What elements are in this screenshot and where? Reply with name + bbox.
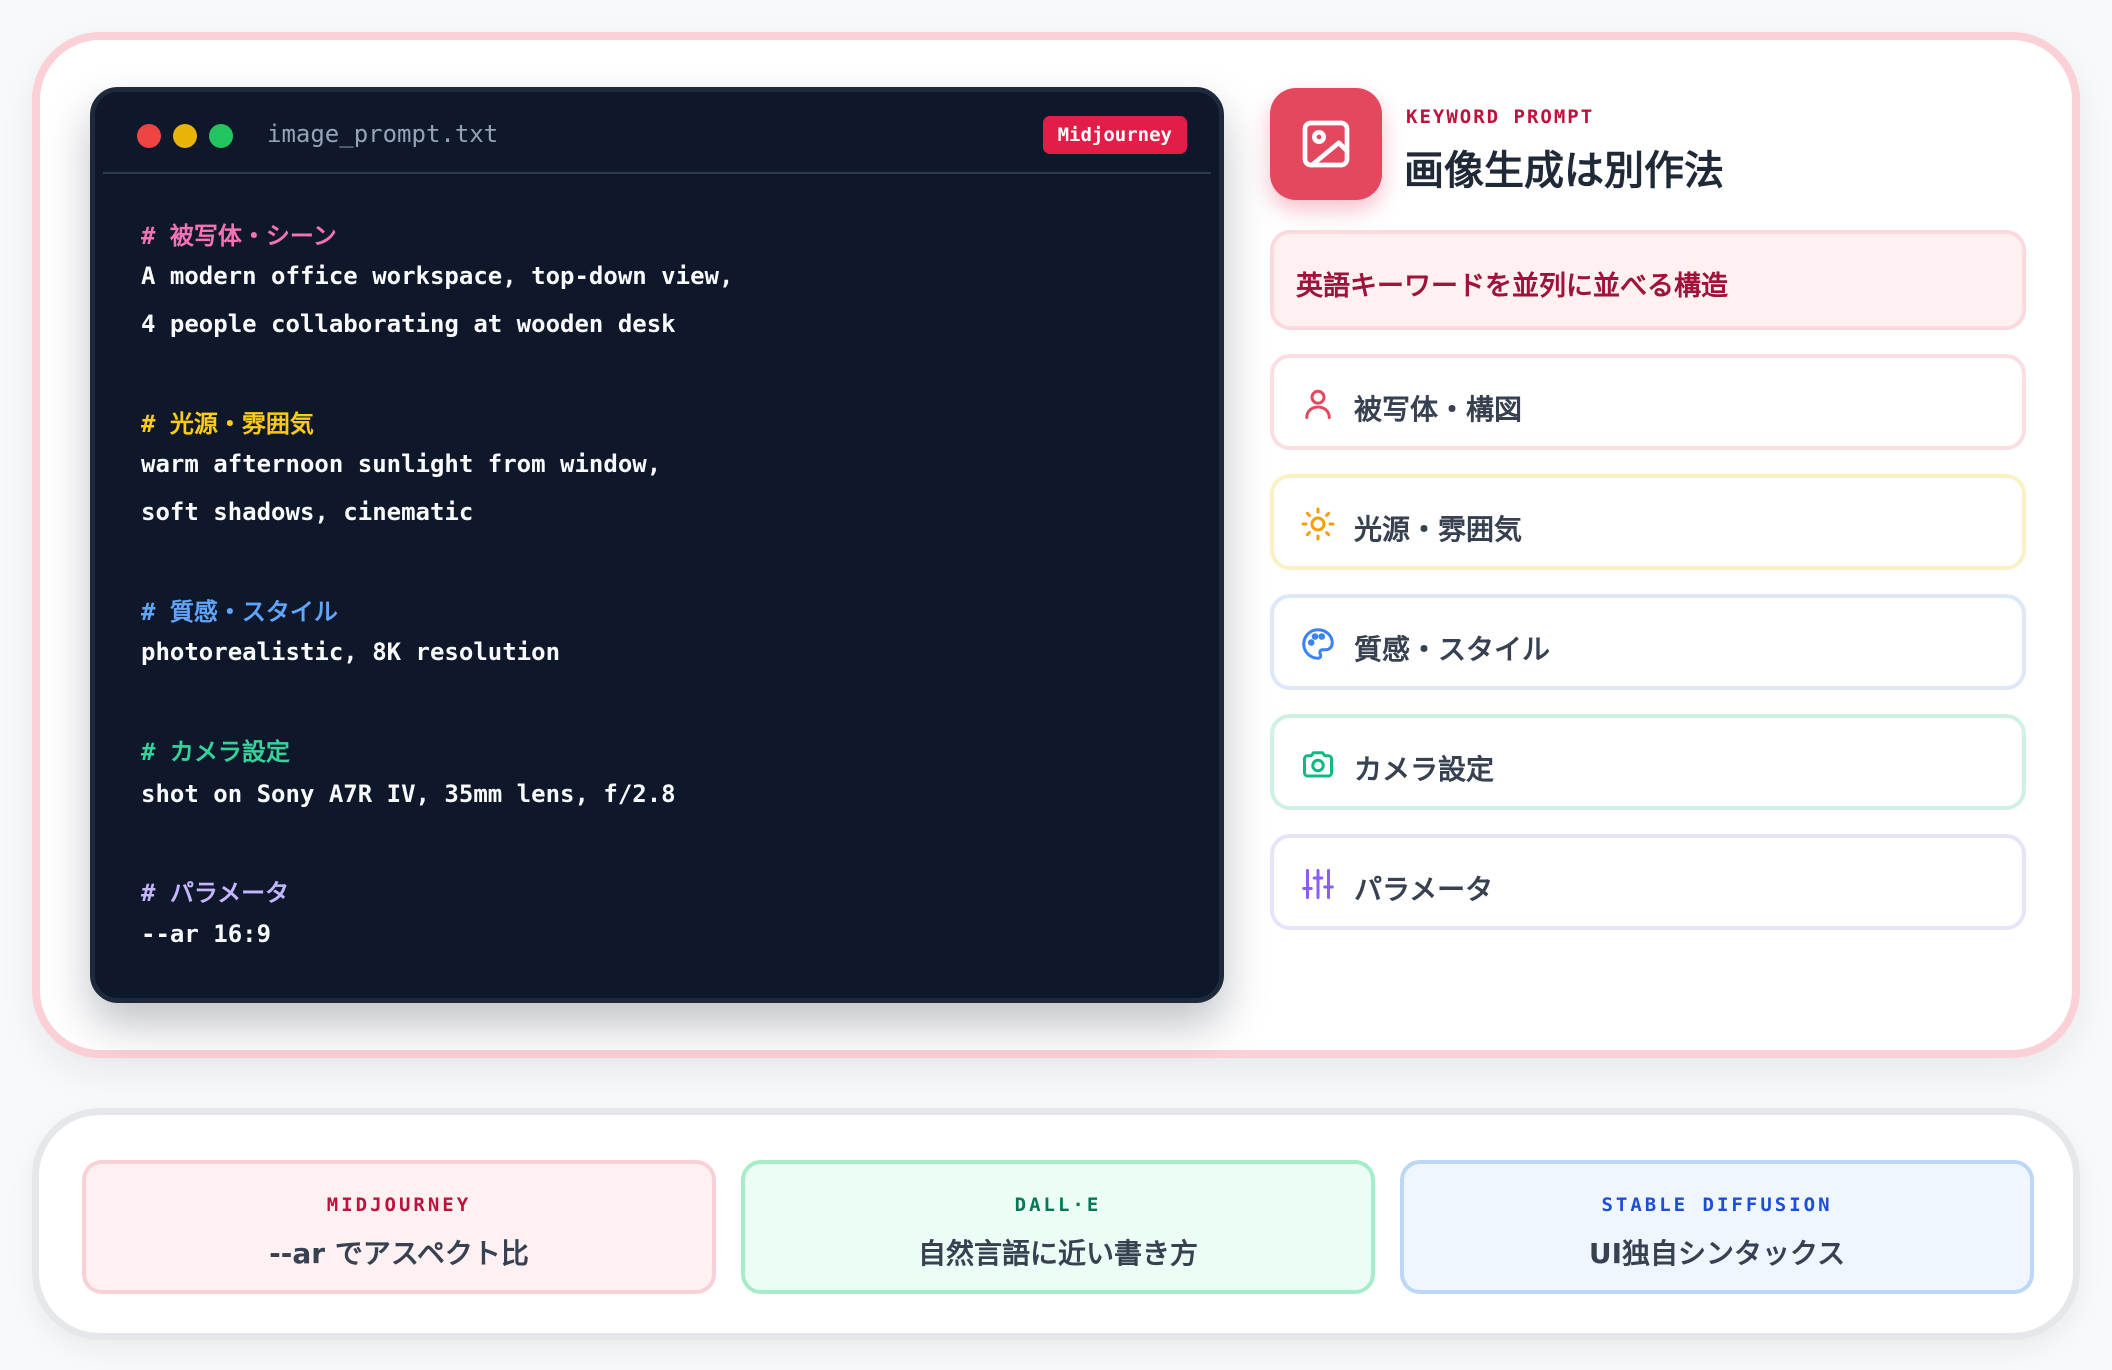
- category-parameters: パラメータ: [1270, 834, 2026, 930]
- category-label: 被写体・構図: [1354, 393, 1523, 426]
- code-line: --ar 16:9: [141, 920, 272, 948]
- category-label: 光源・雰囲気: [1354, 513, 1523, 546]
- code-comment-camera: # カメラ設定: [141, 738, 290, 766]
- code-comment-parameters: # パラメータ: [141, 879, 290, 907]
- code-line: 4 people collaborating at wooden desk: [141, 310, 676, 338]
- code-comment-style: # 質感・スタイル: [141, 598, 338, 626]
- code-comment-lighting: # 光源・雰囲気: [141, 410, 314, 438]
- category-style: 質感・スタイル: [1270, 594, 2026, 690]
- code-line: photorealistic, 8K resolution: [141, 638, 561, 666]
- camera-icon: [1300, 746, 1336, 782]
- structure-banner: 英語キーワードを並列に並べる構造: [1270, 230, 2026, 330]
- code-line: warm afternoon sunlight from window,: [141, 450, 662, 478]
- code-body: # 被写体・シーン A modern office workspace, top…: [95, 92, 1219, 998]
- code-window: image_prompt.txt Midjourney # 被写体・シーン A …: [90, 87, 1224, 1003]
- code-line: A modern office workspace, top-down view…: [141, 262, 734, 290]
- code-line: shot on Sony A7R IV, 35mm lens, f/2.8: [141, 780, 676, 808]
- banner-text: 英語キーワードを並列に並べる構造: [1296, 271, 1728, 302]
- category-label: カメラ設定: [1354, 753, 1495, 786]
- tool-name: DALL·E: [1014, 1194, 1102, 1216]
- sliders-icon: [1300, 866, 1336, 902]
- tool-name: MIDJOURNEY: [326, 1194, 472, 1216]
- category-label: パラメータ: [1354, 873, 1494, 906]
- image-icon: [1270, 88, 1382, 200]
- tool-description: UI独自シンタックス: [1588, 1237, 1846, 1270]
- tool-stable-diffusion: STABLE DIFFUSION UI独自シンタックス: [1400, 1160, 2034, 1294]
- keyword-prompt-card: image_prompt.txt Midjourney # 被写体・シーン A …: [32, 32, 2080, 1058]
- category-camera: カメラ設定: [1270, 714, 2026, 810]
- person-icon: [1300, 386, 1336, 422]
- tool-description: --ar でアスペクト比: [269, 1237, 529, 1270]
- code-comment-subject: # 被写体・シーン: [141, 222, 337, 250]
- category-subject: 被写体・構図: [1270, 354, 2026, 450]
- tool-dalle: DALL·E 自然言語に近い書き方: [741, 1160, 1375, 1294]
- palette-icon: [1300, 626, 1336, 662]
- tool-name: STABLE DIFFUSION: [1601, 1194, 1833, 1216]
- tool-description: 自然言語に近い書き方: [917, 1237, 1198, 1270]
- tool-midjourney: MIDJOURNEY --ar でアスペクト比: [82, 1160, 716, 1294]
- category-lighting: 光源・雰囲気: [1270, 474, 2026, 570]
- category-label: 質感・スタイル: [1354, 633, 1551, 666]
- tool-comparison-card: MIDJOURNEY --ar でアスペクト比 DALL·E 自然言語に近い書き…: [32, 1108, 2080, 1340]
- code-line: soft shadows, cinematic: [141, 498, 474, 526]
- section-heading: 画像生成は別作法: [1404, 148, 1724, 194]
- sun-icon: [1300, 506, 1336, 542]
- section-kicker: KEYWORD PROMPT: [1406, 106, 1595, 128]
